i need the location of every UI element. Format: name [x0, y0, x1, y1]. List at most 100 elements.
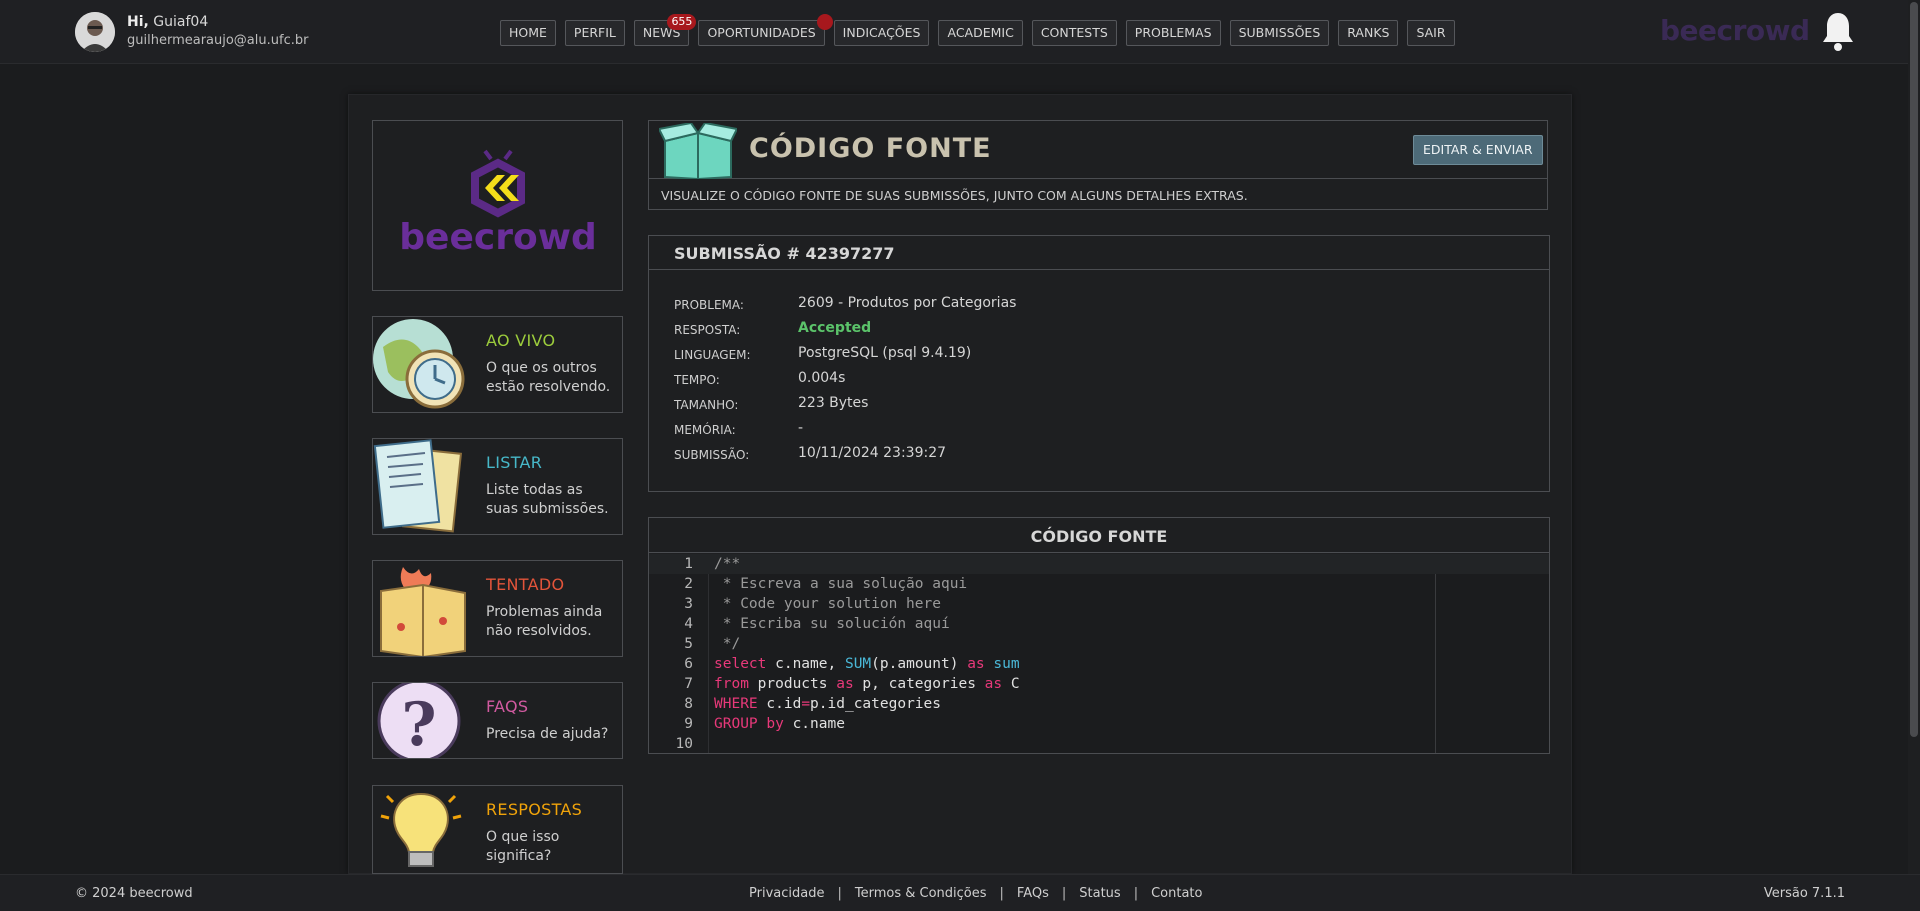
line-number: 4 — [684, 616, 693, 632]
nav-sair[interactable]: SAIR — [1407, 20, 1455, 46]
code-token: products — [748, 676, 837, 692]
page-header-top: CÓDIGO FONTE EDITAR & ENVIAR — [649, 121, 1547, 181]
nav-perfil[interactable]: PERFIL — [564, 20, 625, 46]
detail-value: PostgreSQL (psql 9.4.19) — [798, 345, 972, 361]
detail-value: 223 Bytes — [798, 395, 869, 411]
card-title: TENTADO — [486, 575, 565, 594]
card-desc: Liste todas as suas submissões. — [486, 482, 609, 517]
open-box-icon — [657, 121, 739, 181]
sidebar-card-respostas[interactable]: RESPOSTAS O que isso significa? — [372, 785, 623, 874]
card-desc: O que os outros estão resolvendo. — [486, 360, 611, 395]
footer-separator: | — [1133, 886, 1139, 901]
nav-home[interactable]: HOME — [500, 20, 556, 46]
code-token: WHERE — [714, 696, 758, 712]
burning-box-icon — [373, 561, 469, 656]
nav-ranks[interactable]: RANKS — [1338, 20, 1399, 46]
sidebar-logo[interactable]: beecrowd — [372, 120, 623, 291]
footer-link-faqs[interactable]: FAQs — [1017, 886, 1049, 901]
sidebar-card-tentado[interactable]: TENTADO Problemas ainda não resolvidos. — [372, 560, 623, 657]
nav-submiss-es[interactable]: SUBMISSÕES — [1229, 20, 1330, 46]
code-token: C — [1002, 676, 1020, 692]
question-mark-icon: ? — [373, 683, 469, 758]
detail-label: PROBLEMA: — [674, 298, 744, 312]
scrollbar-thumb[interactable] — [1910, 2, 1918, 737]
line-content: /** — [714, 554, 740, 574]
line-number: 2 — [684, 576, 693, 592]
submission-header: SUBMISSÃO # 42397277 — [649, 236, 1549, 270]
nav-oportunidades[interactable]: OPORTUNIDADES — [698, 14, 833, 46]
user-greeting: Hi, Guiaf04 — [127, 14, 209, 30]
code-token: SUM — [844, 656, 872, 672]
nav-news[interactable]: NEWS 655 — [633, 14, 697, 46]
sidebar-card-ao-vivo[interactable]: AO VIVO O que os outros estão resolvendo… — [372, 316, 623, 413]
footer-link-contato[interactable]: Contato — [1151, 886, 1202, 901]
line-number: 9 — [684, 716, 693, 732]
code-token: * Escreva a sua solução aqui — [714, 576, 968, 592]
sidebar-card-faqs[interactable]: ? FAQS Precisa de ajuda? — [372, 682, 623, 759]
line-number: 10 — [675, 736, 693, 752]
page-header: CÓDIGO FONTE EDITAR & ENVIAR VISUALIZE O… — [648, 120, 1548, 210]
code-token: as — [836, 676, 854, 692]
footer-link-termos-condi-es[interactable]: Termos & Condições — [855, 886, 987, 901]
page-title: CÓDIGO FONTE — [749, 133, 992, 164]
line-content: * Code your solution here — [714, 594, 941, 614]
code-token: /** — [714, 556, 741, 572]
line-number: 7 — [684, 676, 693, 692]
card-title: AO VIVO — [486, 331, 556, 350]
detail-value: 2609 - Produtos por Categorias — [798, 295, 1017, 311]
nav-label: CONTESTS — [1040, 25, 1108, 40]
line-number: 5 — [684, 636, 693, 652]
detail-label: TAMANHO: — [674, 398, 739, 412]
user-name: Guiaf04 — [153, 14, 209, 30]
main-nav: HOME PERFIL NEWS 655 OPORTUNIDADES INDICAÇÕES… — [500, 14, 1455, 46]
card-desc: Problemas ainda não resolvidos. — [486, 604, 603, 639]
user-email: guilhermearaujo@alu.ufc.br — [127, 33, 309, 48]
news-count-badge: 655 — [667, 14, 697, 30]
code-token: GROUP by — [714, 716, 784, 732]
line-content: select c.name, SUM(p.amount) as sum — [714, 654, 1020, 674]
nav-academic[interactable]: ACADEMIC — [938, 20, 1023, 46]
footer-link-status[interactable]: Status — [1079, 886, 1120, 901]
card-desc: Precisa de ajuda? — [486, 726, 609, 742]
code-line: 2 * Escreva a sua solução aqui — [649, 574, 1549, 594]
nav-label: ACADEMIC — [947, 25, 1014, 40]
nav-problemas[interactable]: PROBLEMAS — [1125, 20, 1221, 46]
nav-label: SUBMISSÕES — [1238, 25, 1321, 40]
footer-links: Privacidade | Termos & Condições | FAQs | Stat… — [749, 886, 1202, 901]
nav-label: OPORTUNIDADES — [707, 25, 816, 40]
user-avatar[interactable] — [75, 12, 115, 52]
code-line: 9 GROUP by c.name — [649, 714, 1549, 734]
code-line: 6 select c.name, SUM(p.amount) as sum — [649, 654, 1549, 674]
nav-label: RANKS — [1347, 25, 1390, 40]
code-token: * Code your solution here — [714, 596, 941, 612]
code-token: p.id_categories — [810, 696, 941, 712]
sidebar-logo-text: beecrowd — [399, 217, 596, 258]
submission-details: SUBMISSÃO # 42397277 PROBLEMA: 2609 - Pro… — [648, 235, 1550, 492]
detail-label: TEMPO: — [674, 373, 720, 387]
code-token: = — [801, 696, 811, 712]
edit-submit-button[interactable]: EDITAR & ENVIAR — [1413, 135, 1543, 165]
nav-indica-es[interactable]: INDICAÇÕES — [833, 20, 930, 46]
code-line: 10 — [649, 734, 1549, 754]
lightbulb-icon — [373, 786, 469, 873]
footer-link-privacidade[interactable]: Privacidade — [749, 886, 824, 901]
detail-label: SUBMISSÃO: — [674, 448, 750, 462]
code-token: c.id — [757, 696, 802, 712]
page-scrollbar[interactable] — [1908, 0, 1920, 874]
line-content: from products as p, categories as C — [714, 674, 1020, 694]
line-content: GROUP by c.name — [714, 714, 845, 734]
line-number: 6 — [684, 656, 693, 672]
code-line: 5 */ — [649, 634, 1549, 654]
notification-bell-icon[interactable] — [1820, 10, 1856, 52]
nav-label: HOME — [509, 25, 547, 40]
sidebar-card-listar[interactable]: LISTAR Liste todas as suas submissões. — [372, 438, 623, 535]
code-line: 7 from products as p, categories as C — [649, 674, 1549, 694]
footer-separator: | — [837, 886, 842, 901]
line-content: * Escreva a sua solução aqui — [714, 574, 967, 594]
footer-separator: | — [999, 886, 1004, 901]
nav-contests[interactable]: CONTESTS — [1031, 20, 1117, 46]
card-title: RESPOSTAS — [486, 800, 583, 819]
code-token: (p.amount) — [871, 656, 968, 672]
globe-clock-icon — [373, 317, 469, 412]
brand-logo[interactable]: beecrowd — [1660, 14, 1810, 47]
